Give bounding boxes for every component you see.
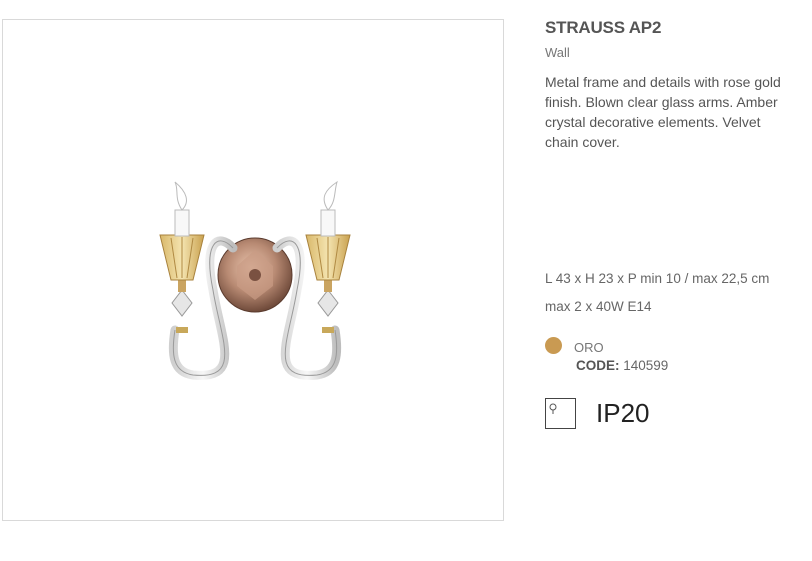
product-power: max 2 x 40W E14 (545, 299, 652, 314)
product-dimensions: L 43 x H 23 x P min 10 / max 22,5 cm (545, 271, 770, 286)
product-image (159, 180, 351, 380)
product-category: Wall (545, 45, 570, 60)
code-value: 140599 (623, 358, 669, 373)
ip-rating-label: IP20 (596, 398, 650, 428)
product-title: STRAUSS AP2 (545, 18, 662, 37)
product-info: STRAUSS AP2 Wall Metal frame and details… (545, 18, 810, 152)
product-image-frame (2, 19, 504, 521)
finish-color-swatch[interactable] (545, 337, 562, 354)
code-label: CODE: (576, 358, 620, 373)
product-description: Metal frame and details with rose gold f… (545, 74, 781, 150)
ip-rating-icon (545, 398, 576, 429)
product-code: CODE: 140599 (576, 358, 668, 373)
finish-name: ORO (574, 340, 604, 355)
